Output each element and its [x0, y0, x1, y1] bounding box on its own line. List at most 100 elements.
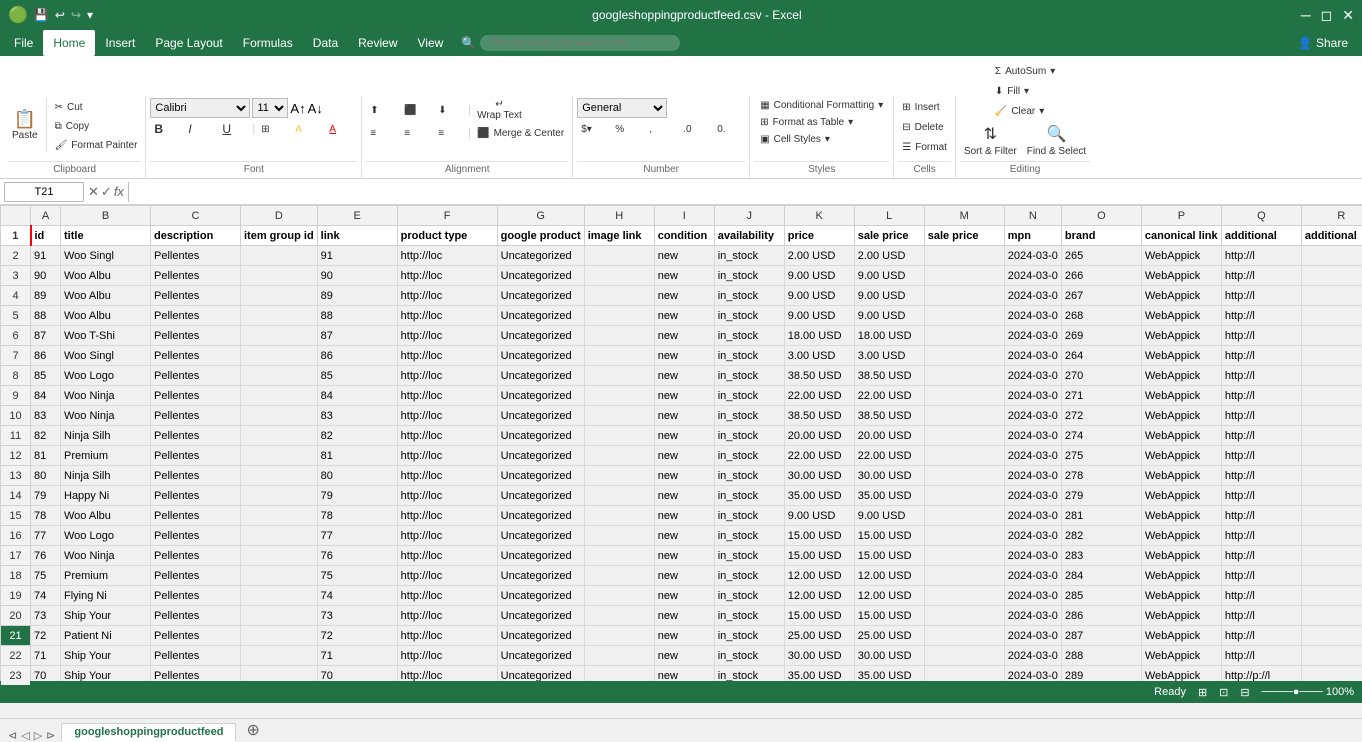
cell-6-8[interactable] — [584, 326, 654, 346]
increase-decimal-button[interactable]: .0 — [679, 120, 711, 138]
spreadsheet-container[interactable]: A B C D E F G H I J K L M N O P Q R S T — [0, 205, 1362, 718]
header-cell-5[interactable]: link — [317, 226, 397, 246]
cell-19-18[interactable] — [1301, 586, 1362, 606]
cell-21-17[interactable]: http://l — [1221, 626, 1301, 646]
cell-8-12[interactable]: 38.50 USD — [854, 366, 924, 386]
col-header-R[interactable]: R — [1301, 206, 1362, 226]
header-cell-16[interactable]: canonical link — [1141, 226, 1221, 246]
cell-5-11[interactable]: 9.00 USD — [784, 306, 854, 326]
cell-10-13[interactable] — [924, 406, 1004, 426]
cell-14-17[interactable]: http://l — [1221, 486, 1301, 506]
cell-18-8[interactable] — [584, 566, 654, 586]
cell-20-13[interactable] — [924, 606, 1004, 626]
cell-22-12[interactable]: 30.00 USD — [854, 646, 924, 666]
cell-16-5[interactable]: 77 — [317, 526, 397, 546]
cell-10-12[interactable]: 38.50 USD — [854, 406, 924, 426]
cell-20-11[interactable]: 15.00 USD — [784, 606, 854, 626]
cell-20-15[interactable]: 286 — [1061, 606, 1141, 626]
cell-18-18[interactable] — [1301, 566, 1362, 586]
cell-19-3[interactable]: Pellentes — [151, 586, 241, 606]
cell-4-12[interactable]: 9.00 USD — [854, 286, 924, 306]
cell-17-14[interactable]: 2024-03-0 — [1004, 546, 1061, 566]
cell-10-10[interactable]: in_stock — [714, 406, 784, 426]
header-cell-18[interactable]: additional — [1301, 226, 1362, 246]
cell-3-5[interactable]: 90 — [317, 266, 397, 286]
cell-17-1[interactable]: 76 — [31, 546, 61, 566]
cell-14-2[interactable]: Happy Ni — [61, 486, 151, 506]
minimize-icon[interactable]: ─ — [1301, 7, 1311, 24]
cell-6-15[interactable]: 269 — [1061, 326, 1141, 346]
cell-12-7[interactable]: Uncategorized — [497, 446, 584, 466]
cell-17-12[interactable]: 15.00 USD — [854, 546, 924, 566]
cell-8-2[interactable]: Woo Logo — [61, 366, 151, 386]
cell-15-15[interactable]: 281 — [1061, 506, 1141, 526]
cell-5-1[interactable]: 88 — [31, 306, 61, 326]
cell-4-10[interactable]: in_stock — [714, 286, 784, 306]
cell-11-12[interactable]: 20.00 USD — [854, 426, 924, 446]
cell-8-14[interactable]: 2024-03-0 — [1004, 366, 1061, 386]
cell-3-1[interactable]: 90 — [31, 266, 61, 286]
cell-9-6[interactable]: http://loc — [397, 386, 497, 406]
align-left-button[interactable]: ≡ — [366, 124, 398, 142]
cell-17-18[interactable] — [1301, 546, 1362, 566]
cell-13-12[interactable]: 30.00 USD — [854, 466, 924, 486]
cell-4-2[interactable]: Woo Albu — [61, 286, 151, 306]
cell-13-18[interactable] — [1301, 466, 1362, 486]
row-header-2[interactable]: 2 — [1, 246, 31, 266]
cell-12-1[interactable]: 81 — [31, 446, 61, 466]
cell-17-6[interactable]: http://loc — [397, 546, 497, 566]
cell-6-11[interactable]: 18.00 USD — [784, 326, 854, 346]
cell-6-6[interactable]: http://loc — [397, 326, 497, 346]
cell-7-11[interactable]: 3.00 USD — [784, 346, 854, 366]
cell-11-14[interactable]: 2024-03-0 — [1004, 426, 1061, 446]
view-pagebreak-icon[interactable]: ⊟ — [1240, 686, 1249, 699]
cell-6-18[interactable] — [1301, 326, 1362, 346]
col-header-O[interactable]: O — [1061, 206, 1141, 226]
cell-21-4[interactable] — [241, 626, 318, 646]
cell-17-10[interactable]: in_stock — [714, 546, 784, 566]
cell-7-16[interactable]: WebAppick — [1141, 346, 1221, 366]
cell-18-12[interactable]: 12.00 USD — [854, 566, 924, 586]
cell-15-7[interactable]: Uncategorized — [497, 506, 584, 526]
cell-16-4[interactable] — [241, 526, 318, 546]
cell-22-10[interactable]: in_stock — [714, 646, 784, 666]
cell-9-9[interactable]: new — [654, 386, 714, 406]
header-cell-2[interactable]: title — [61, 226, 151, 246]
cell-10-5[interactable]: 83 — [317, 406, 397, 426]
italic-button[interactable]: I — [184, 120, 216, 138]
col-header-K[interactable]: K — [784, 206, 854, 226]
cell-4-5[interactable]: 89 — [317, 286, 397, 306]
cell-6-2[interactable]: Woo T-Shi — [61, 326, 151, 346]
cell-21-13[interactable] — [924, 626, 1004, 646]
cell-3-9[interactable]: new — [654, 266, 714, 286]
cell-7-14[interactable]: 2024-03-0 — [1004, 346, 1061, 366]
col-header-P[interactable]: P — [1141, 206, 1221, 226]
cell-22-7[interactable]: Uncategorized — [497, 646, 584, 666]
restore-icon[interactable]: ◻ — [1321, 7, 1333, 24]
cell-15-5[interactable]: 78 — [317, 506, 397, 526]
cell-8-1[interactable]: 85 — [31, 366, 61, 386]
cell-17-8[interactable] — [584, 546, 654, 566]
cell-11-1[interactable]: 82 — [31, 426, 61, 446]
cell-15-4[interactable] — [241, 506, 318, 526]
cell-19-12[interactable]: 12.00 USD — [854, 586, 924, 606]
cell-2-3[interactable]: Pellentes — [151, 246, 241, 266]
cell-20-14[interactable]: 2024-03-0 — [1004, 606, 1061, 626]
cell-8-7[interactable]: Uncategorized — [497, 366, 584, 386]
cell-3-6[interactable]: http://loc — [397, 266, 497, 286]
paste-button[interactable]: 📋 Paste — [8, 98, 42, 152]
cell-21-16[interactable]: WebAppick — [1141, 626, 1221, 646]
cell-22-16[interactable]: WebAppick — [1141, 646, 1221, 666]
cell-22-8[interactable] — [584, 646, 654, 666]
cell-18-4[interactable] — [241, 566, 318, 586]
cell-8-3[interactable]: Pellentes — [151, 366, 241, 386]
cell-11-10[interactable]: in_stock — [714, 426, 784, 446]
cell-3-3[interactable]: Pellentes — [151, 266, 241, 286]
cell-19-16[interactable]: WebAppick — [1141, 586, 1221, 606]
cell-20-10[interactable]: in_stock — [714, 606, 784, 626]
cell-3-12[interactable]: 9.00 USD — [854, 266, 924, 286]
cell-12-2[interactable]: Premium — [61, 446, 151, 466]
cell-5-17[interactable]: http://l — [1221, 306, 1301, 326]
row-header-18[interactable]: 18 — [1, 566, 31, 586]
col-header-N[interactable]: N — [1004, 206, 1061, 226]
